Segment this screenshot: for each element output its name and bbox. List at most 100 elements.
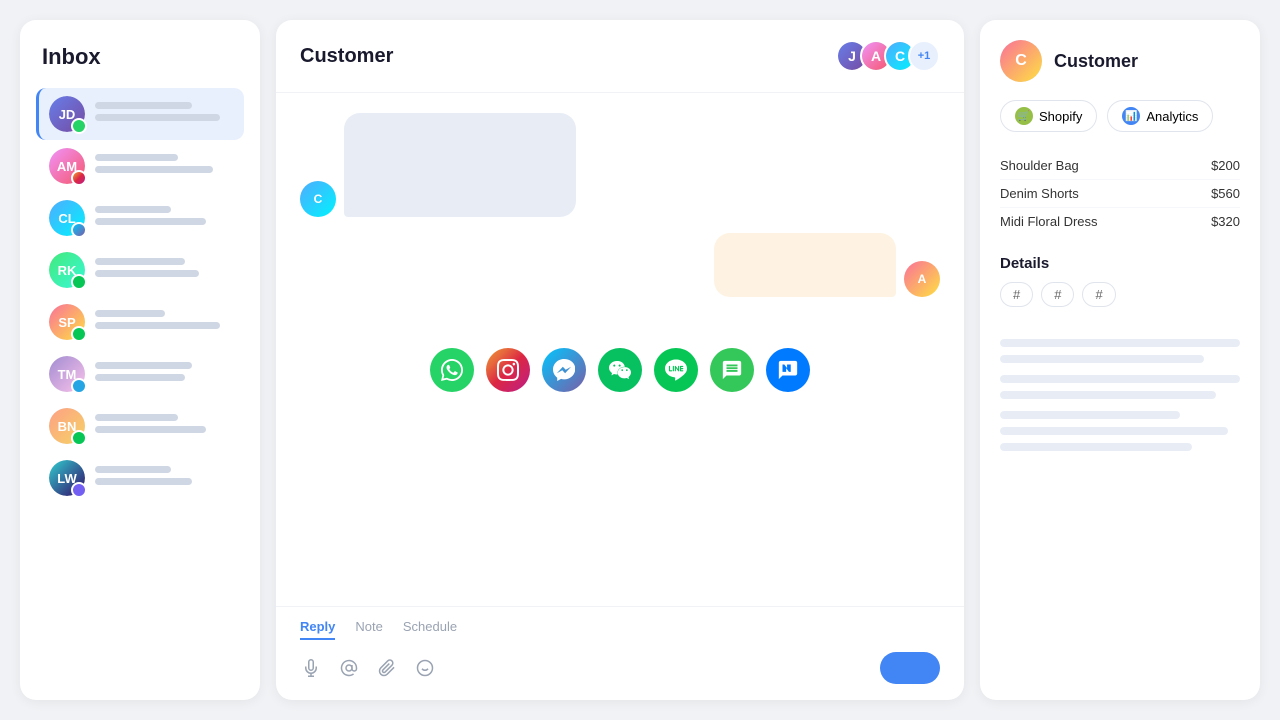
- inbox-item-8[interactable]: LW: [36, 452, 244, 504]
- inbox-item-1[interactable]: JD: [36, 88, 244, 140]
- inbox-item-7[interactable]: BN: [36, 400, 244, 452]
- channel-sms[interactable]: [710, 348, 754, 392]
- tag-0[interactable]: #: [1000, 282, 1033, 307]
- tab-schedule[interactable]: Schedule: [403, 619, 457, 640]
- text-line-name-2: [95, 154, 178, 161]
- inbox-text-6: [95, 362, 234, 386]
- order-name-1: Denim Shorts: [1000, 186, 1079, 201]
- inbox-title: Inbox: [36, 44, 244, 70]
- channel-badge-5: [71, 326, 87, 342]
- order-price-2: $320: [1211, 214, 1240, 229]
- content-placeholder-group: [1000, 339, 1240, 459]
- order-item-0: Shoulder Bag $200: [1000, 152, 1240, 180]
- tag-1[interactable]: #: [1041, 282, 1074, 307]
- text-line-msg-6: [95, 374, 185, 381]
- inbox-avatar-6: TM: [49, 356, 85, 392]
- shopify-icon: 🛒: [1015, 107, 1033, 125]
- text-line-name-6: [95, 362, 192, 369]
- analytics-label: Analytics: [1146, 109, 1198, 124]
- text-line-msg-1: [95, 114, 220, 121]
- text-line-name-7: [95, 414, 178, 421]
- tab-note[interactable]: Note: [355, 619, 382, 640]
- channel-badge-6: [71, 378, 87, 394]
- inbox-panel: Inbox JD AM: [20, 20, 260, 700]
- channel-badge-2: [71, 170, 87, 186]
- message-incoming-1: C: [300, 113, 940, 217]
- inbox-text-1: [95, 102, 234, 126]
- inbox-avatar-2: AM: [49, 148, 85, 184]
- mention-icon[interactable]: [338, 657, 360, 679]
- integration-buttons: 🛒 Shopify 📊 Analytics: [1000, 100, 1240, 132]
- inbox-text-8: [95, 466, 234, 490]
- inbox-list: JD AM CL: [36, 88, 244, 504]
- avatar-stack: J A C +1: [836, 40, 940, 72]
- inbox-item-2[interactable]: AM: [36, 140, 244, 192]
- inbox-avatar-3: CL: [49, 200, 85, 236]
- chat-title: Customer: [300, 45, 393, 68]
- channel-badge-7: [71, 430, 87, 446]
- chat-empty-space: [276, 404, 964, 607]
- order-item-1: Denim Shorts $560: [1000, 180, 1240, 208]
- sender-avatar: C: [300, 181, 336, 217]
- reply-tabs: Reply Note Schedule: [300, 619, 940, 640]
- details-title: Details: [1000, 255, 1240, 272]
- tab-reply[interactable]: Reply: [300, 619, 335, 640]
- inbox-item-3[interactable]: CL: [36, 192, 244, 244]
- channel-instagram[interactable]: [486, 348, 530, 392]
- order-list: Shoulder Bag $200 Denim Shorts $560 Midi…: [1000, 152, 1240, 235]
- inbox-avatar-1: JD: [49, 96, 85, 132]
- text-line-name-5: [95, 310, 165, 317]
- emoji-icon[interactable]: [414, 657, 436, 679]
- inbox-item-5[interactable]: SP: [36, 296, 244, 348]
- inbox-avatar-7: BN: [49, 408, 85, 444]
- analytics-button[interactable]: 📊 Analytics: [1107, 100, 1213, 132]
- details-section: Details # # #: [1000, 255, 1240, 323]
- placeholder-line-2: [1000, 355, 1204, 363]
- channel-chat-bubble[interactable]: [766, 348, 810, 392]
- inbox-text-4: [95, 258, 234, 282]
- text-line-msg-2: [95, 166, 213, 173]
- channel-line[interactable]: [654, 348, 698, 392]
- text-line-msg-7: [95, 426, 206, 433]
- attachment-icon[interactable]: [376, 657, 398, 679]
- order-name-0: Shoulder Bag: [1000, 158, 1079, 173]
- microphone-icon[interactable]: [300, 657, 322, 679]
- shopify-button[interactable]: 🛒 Shopify: [1000, 100, 1097, 132]
- placeholder-line-4: [1000, 391, 1216, 399]
- channel-badge-3: [71, 222, 87, 238]
- placeholder-line-6: [1000, 427, 1228, 435]
- channel-badge-4: [71, 274, 87, 290]
- customer-header: C Customer: [1000, 40, 1240, 82]
- placeholder-line-7: [1000, 443, 1192, 451]
- text-line-name-3: [95, 206, 171, 213]
- chat-messages: C A: [276, 93, 964, 336]
- inbox-item-6[interactable]: TM: [36, 348, 244, 400]
- channel-wechat[interactable]: [598, 348, 642, 392]
- order-price-1: $560: [1211, 186, 1240, 201]
- tags-row: # # #: [1000, 282, 1240, 307]
- text-line-msg-5: [95, 322, 220, 329]
- customer-name: Customer: [1054, 51, 1138, 72]
- shopify-label: Shopify: [1039, 109, 1082, 124]
- channel-whatsapp[interactable]: [430, 348, 474, 392]
- channel-badge-1: [71, 118, 87, 134]
- inbox-avatar-5: SP: [49, 304, 85, 340]
- text-line-name-1: [95, 102, 192, 109]
- placeholder-line-5: [1000, 411, 1180, 419]
- reply-toolbar: [300, 652, 940, 684]
- channel-messenger[interactable]: [542, 348, 586, 392]
- message-outgoing-1: A: [300, 233, 940, 297]
- inbox-text-2: [95, 154, 234, 178]
- bubble-outgoing-1: [714, 233, 896, 297]
- inbox-text-7: [95, 414, 234, 438]
- order-name-2: Midi Floral Dress: [1000, 214, 1098, 229]
- tag-2[interactable]: #: [1082, 282, 1115, 307]
- send-button[interactable]: [880, 652, 940, 684]
- inbox-avatar-4: RK: [49, 252, 85, 288]
- customer-avatar: C: [1000, 40, 1042, 82]
- agent-avatar: A: [904, 261, 940, 297]
- inbox-item-4[interactable]: RK: [36, 244, 244, 296]
- text-line-msg-3: [95, 218, 206, 225]
- channel-badge-8: [71, 482, 87, 498]
- inbox-text-5: [95, 310, 234, 334]
